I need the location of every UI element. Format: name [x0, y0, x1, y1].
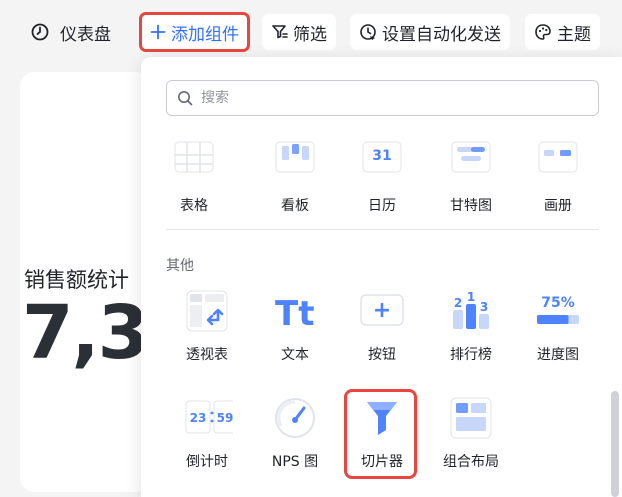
- plus-icon: [150, 24, 166, 40]
- component-label: 日历: [368, 198, 396, 214]
- dashboard-button[interactable]: 仪表盘: [22, 14, 119, 50]
- text-icon: Tt: [275, 294, 314, 333]
- component-label: 组合布局: [443, 454, 499, 470]
- search-box[interactable]: [166, 80, 599, 116]
- component-combo-layout[interactable]: 组合布局: [431, 396, 511, 486]
- countdown-icon: 23 59: [185, 400, 233, 434]
- auto-send-button[interactable]: 设置自动化发送: [350, 14, 510, 50]
- clock-icon: [31, 23, 49, 41]
- auto-send-label: 设置自动化发送: [382, 24, 501, 45]
- component-label: 进度图: [537, 347, 579, 363]
- search-input[interactable]: [199, 89, 583, 107]
- ranking-icon: 2 1 3: [453, 290, 489, 329]
- pivot-table-icon: [186, 290, 228, 332]
- component-label: 透视表: [186, 347, 228, 363]
- component-countdown[interactable]: 23 59 倒计时: [167, 396, 247, 486]
- svg-text:1: 1: [467, 290, 475, 304]
- add-component-label: 添加组件: [171, 24, 239, 45]
- component-label: 排行榜: [450, 347, 492, 363]
- component-label: 甘特图: [450, 198, 492, 214]
- component-button[interactable]: + 按钮: [342, 289, 422, 379]
- component-calendar[interactable]: 31 日历: [342, 140, 422, 230]
- component-label: NPS 图: [271, 454, 319, 470]
- component-progress[interactable]: 75% 进度图: [518, 289, 598, 379]
- component-ranking[interactable]: 2 1 3 排行榜: [431, 289, 511, 379]
- dashboard-label: 仪表盘: [60, 24, 111, 45]
- component-kanban[interactable]: 看板: [255, 140, 335, 230]
- svg-text:23: 23: [190, 411, 207, 425]
- svg-text:3: 3: [480, 300, 488, 314]
- progress-icon: 75%: [537, 295, 579, 324]
- section-divider: [166, 229, 599, 230]
- card-value: 7,3: [22, 290, 149, 376]
- section-title-other: 其他: [166, 258, 194, 274]
- component-table[interactable]: 表格: [154, 140, 234, 230]
- table-icon: [174, 141, 214, 173]
- component-label: 按钮: [368, 347, 396, 363]
- svg-text:75%: 75%: [541, 295, 575, 311]
- component-label: 表格: [180, 198, 208, 214]
- add-component-panel: 表格 看板 31 日历 甘特图 画册 其他: [141, 57, 622, 497]
- calendar-icon-text: 31: [372, 148, 391, 164]
- svg-text:59: 59: [217, 411, 233, 425]
- component-text[interactable]: Tt 文本: [255, 289, 335, 379]
- add-component-button[interactable]: 添加组件: [139, 12, 250, 52]
- filter-button[interactable]: 筛选: [262, 14, 336, 50]
- component-label: 文本: [281, 347, 309, 363]
- top-toolbar: 仪表盘 添加组件 筛选 设置自动化发送 主题: [0, 0, 622, 64]
- palette-icon: [535, 24, 551, 40]
- component-nps[interactable]: NPS 图: [255, 396, 335, 486]
- filter-label: 筛选: [293, 24, 327, 45]
- gallery-icon: [538, 141, 578, 173]
- kanban-icon: [275, 141, 315, 173]
- component-label: 倒计时: [186, 454, 228, 470]
- button-icon: +: [360, 294, 404, 326]
- theme-button[interactable]: 主题: [525, 14, 600, 50]
- nps-gauge-icon: [275, 398, 315, 438]
- layout-combo-icon: [450, 397, 492, 439]
- theme-label: 主题: [557, 24, 591, 45]
- component-gantt[interactable]: 甘特图: [431, 140, 511, 230]
- component-label: 画册: [544, 198, 572, 214]
- text-icon-glyph: Tt: [275, 294, 314, 333]
- filter-icon: [272, 25, 288, 39]
- gantt-icon: [451, 141, 491, 173]
- component-pivot-table[interactable]: 透视表: [167, 289, 247, 379]
- svg-text:2: 2: [454, 296, 462, 310]
- button-icon-glyph: +: [373, 298, 391, 323]
- schedule-send-icon: [360, 24, 376, 40]
- calendar-icon: 31: [362, 141, 402, 173]
- slicer-highlight: [344, 389, 417, 479]
- panel-scrollbar[interactable]: [611, 391, 619, 497]
- search-icon: [178, 91, 193, 106]
- component-label: 看板: [281, 198, 309, 214]
- component-gallery[interactable]: 画册: [518, 140, 598, 230]
